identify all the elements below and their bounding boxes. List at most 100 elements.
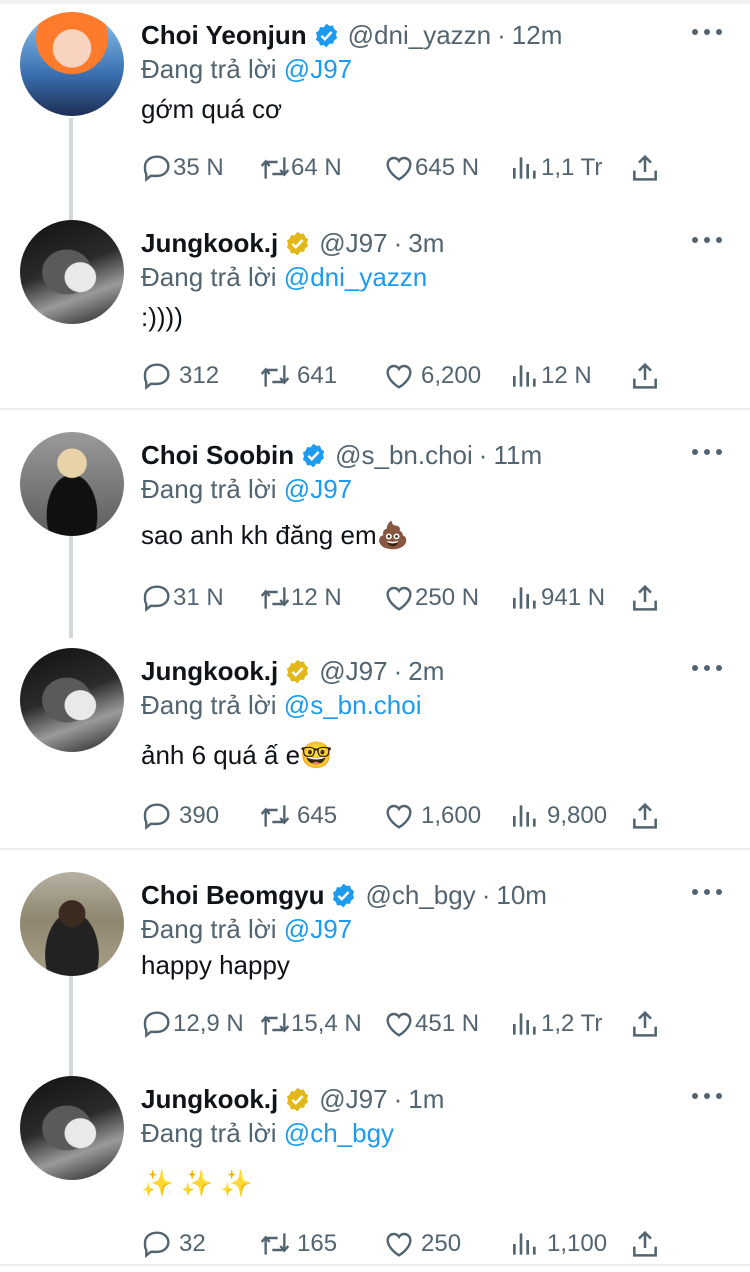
retweet-button[interactable]: 165 <box>259 1224 337 1264</box>
handle[interactable]: @J97 <box>319 656 387 687</box>
avatar[interactable] <box>20 220 124 324</box>
tweet[interactable]: Choi Soobin @s_bn.choi · 11m Đang trả lờ… <box>0 424 750 624</box>
share-button[interactable] <box>629 796 661 836</box>
more-dots-icon[interactable] <box>692 656 722 680</box>
mention-link[interactable]: @s_bn.choi <box>284 690 422 720</box>
reply-button[interactable]: 312 <box>141 356 219 396</box>
thread-divider <box>0 848 750 850</box>
display-name[interactable]: Choi Beomgyu <box>141 880 324 911</box>
retweet-button[interactable]: 15,4 N <box>259 1004 362 1044</box>
retweet-count: 641 <box>297 362 338 389</box>
reply-count: 390 <box>179 802 220 829</box>
more-dots-icon[interactable] <box>692 228 722 252</box>
tweet[interactable]: Jungkook.j @J97 · 1m Đang trả lời @ch_bg… <box>0 1068 750 1268</box>
separator-dot: · <box>393 655 403 686</box>
tweet[interactable]: Choi Yeonjun @dni_yazzn · 12m Đang trả l… <box>0 4 750 204</box>
share-button[interactable] <box>629 578 661 618</box>
views-button[interactable]: 941 N <box>509 578 605 618</box>
tweet[interactable]: Jungkook.j @J97 · 3m Đang trả lời @dni_y… <box>0 212 750 412</box>
mention-link[interactable]: @J97 <box>284 54 352 84</box>
avatar[interactable] <box>20 432 124 536</box>
verified-gold-badge-icon <box>287 659 309 683</box>
tweet[interactable]: Choi Beomgyu @ch_bgy · 10m Đang trả lời … <box>0 864 750 1064</box>
heart-icon <box>386 364 412 389</box>
display-name[interactable]: Choi Soobin <box>141 440 294 471</box>
retweet-button[interactable]: 64 N <box>259 148 342 188</box>
tweet-text: :)))) <box>141 302 183 332</box>
display-name[interactable]: Jungkook.j <box>141 1084 278 1115</box>
bar-chart-icon <box>513 157 536 179</box>
handle[interactable]: @J97 <box>319 228 387 259</box>
handle[interactable]: @ch_bgy <box>365 880 475 911</box>
mention-link[interactable]: @ch_bgy <box>284 1118 394 1148</box>
bar-chart-icon <box>513 587 536 609</box>
more-dots-icon[interactable] <box>692 440 722 464</box>
timestamp[interactable]: 10m <box>496 880 547 911</box>
more-dots-icon[interactable] <box>692 880 722 904</box>
mention-link[interactable]: @J97 <box>284 474 352 504</box>
like-button[interactable]: 250 N <box>383 578 479 618</box>
timestamp[interactable]: 1m <box>408 1084 444 1115</box>
timestamp[interactable]: 12m <box>512 20 563 51</box>
retweet-icon <box>260 805 290 827</box>
timestamp[interactable]: 2m <box>408 656 444 687</box>
avatar[interactable] <box>20 648 124 752</box>
like-button[interactable]: 6,200 <box>383 356 481 396</box>
separator-dot: · <box>393 227 403 258</box>
heart-icon <box>386 1012 412 1037</box>
replying-to: Đang trả lời @J97 <box>141 474 352 505</box>
retweet-button[interactable]: 645 <box>259 796 337 836</box>
like-count: 451 N <box>415 1010 480 1037</box>
like-button[interactable]: 250 <box>383 1224 461 1264</box>
handle[interactable]: @s_bn.choi <box>335 440 473 471</box>
display-name[interactable]: Choi Yeonjun <box>141 20 307 51</box>
more-dots-icon[interactable] <box>692 1084 722 1108</box>
tweet[interactable]: Jungkook.j @J97 · 2m Đang trả lời @s_bn.… <box>0 640 750 840</box>
timestamp[interactable]: 11m <box>493 440 542 471</box>
reply-button[interactable]: 35 N <box>141 148 224 188</box>
like-button[interactable]: 1,600 <box>383 796 481 836</box>
retweet-button[interactable]: 641 <box>259 356 337 396</box>
share-button[interactable] <box>629 356 661 396</box>
share-button[interactable] <box>629 1224 661 1264</box>
handle[interactable]: @J97 <box>319 1084 387 1115</box>
avatar[interactable] <box>20 1076 124 1180</box>
reply-button[interactable]: 390 <box>141 796 219 836</box>
replying-to: Đang trả lời @J97 <box>141 914 352 945</box>
display-name[interactable]: Jungkook.j <box>141 228 278 259</box>
share-button[interactable] <box>629 148 661 188</box>
views-button[interactable]: 9,800 <box>509 796 607 836</box>
share-upload-icon <box>633 1010 657 1037</box>
share-button[interactable] <box>629 1004 661 1044</box>
avatar[interactable] <box>20 12 124 116</box>
reply-button[interactable]: 32 <box>141 1224 206 1264</box>
like-button[interactable]: 451 N <box>383 1004 479 1044</box>
tweet-header: Choi Yeonjun @dni_yazzn · 12m <box>141 18 562 52</box>
display-name[interactable]: Jungkook.j <box>141 656 278 687</box>
tweet-text: happy happy <box>141 950 290 980</box>
like-count: 250 <box>421 1230 462 1257</box>
handle[interactable]: @dni_yazzn <box>348 20 491 51</box>
reply-button[interactable]: 31 N <box>141 578 224 618</box>
views-button[interactable]: 1,2 Tr <box>509 1004 602 1044</box>
mention-link[interactable]: @J97 <box>284 914 352 944</box>
like-button[interactable]: 645 N <box>383 148 479 188</box>
reply-prefix: Đang trả lời <box>141 914 277 944</box>
timestamp[interactable]: 3m <box>408 228 444 259</box>
speech-bubble-icon <box>143 155 170 182</box>
retweet-button[interactable]: 12 N <box>259 578 342 618</box>
mention-link[interactable]: @dni_yazzn <box>284 262 427 292</box>
more-dots-icon[interactable] <box>692 20 722 44</box>
tweet-header: Jungkook.j @J97 · 3m <box>141 226 444 260</box>
views-button[interactable]: 1,100 <box>509 1224 607 1264</box>
verified-badge-icon <box>333 883 355 907</box>
verified-gold-badge-icon <box>287 1087 309 1111</box>
avatar[interactable] <box>20 872 124 976</box>
reply-button[interactable]: 12,9 N <box>141 1004 244 1044</box>
view-count: 9,800 <box>547 802 608 829</box>
views-button[interactable]: 1,1 Tr <box>509 148 602 188</box>
tweet-text: sao anh kh đăng em💩 <box>141 520 409 550</box>
views-button[interactable]: 12 N <box>509 356 592 396</box>
bar-chart-icon <box>513 365 536 387</box>
retweet-count: 12 N <box>291 584 342 611</box>
